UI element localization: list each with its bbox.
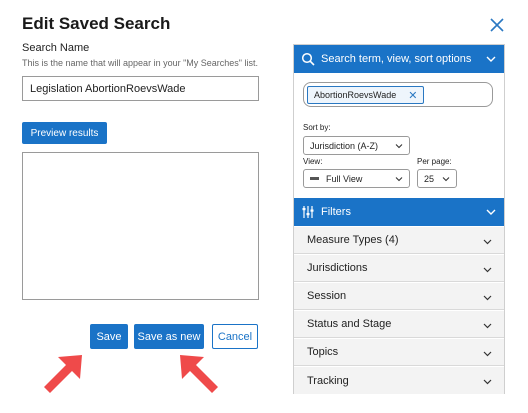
view-label: View: <box>303 157 323 166</box>
per-page-label: Per page: <box>417 157 452 166</box>
search-options-panel: Search term, view, sort options Abortion… <box>293 44 505 394</box>
preview-results-button[interactable]: Preview results <box>22 122 107 144</box>
sort-by-label: Sort by: <box>303 123 331 132</box>
facet-measure-types[interactable]: Measure Types (4) <box>294 227 504 254</box>
view-select[interactable]: Full View <box>303 169 410 188</box>
facet-tracking[interactable]: Tracking <box>294 367 504 394</box>
annotation-arrow <box>44 355 82 393</box>
chevron-down-icon <box>483 239 492 245</box>
facet-label: Session <box>307 290 347 302</box>
facet-status-and-stage[interactable]: Status and Stage <box>294 311 504 338</box>
sort-by-value: Jurisdiction (A-Z) <box>310 140 379 151</box>
search-icon <box>301 52 315 66</box>
chevron-down-icon <box>395 144 403 149</box>
chevron-down-icon <box>483 351 492 357</box>
facet-label: Topics <box>307 346 339 358</box>
facet-label: Tracking <box>307 374 349 387</box>
facet-topics[interactable]: Topics <box>294 339 504 366</box>
chevron-down-icon <box>395 177 403 182</box>
chevron-down-icon <box>483 267 492 273</box>
search-name-label: Search Name <box>22 42 90 54</box>
save-button[interactable]: Save <box>90 324 128 349</box>
facet-label: Status and Stage <box>307 318 392 330</box>
facet-session[interactable]: Session <box>294 283 504 310</box>
chevron-down-icon <box>442 177 450 182</box>
view-value: Full View <box>326 173 363 184</box>
preview-results-area <box>22 152 259 300</box>
search-term-tag-label: AbortionRoevsWade <box>314 90 397 100</box>
chevron-down-icon <box>486 209 496 215</box>
cancel-button[interactable]: Cancel <box>212 324 258 349</box>
annotation-arrow <box>180 355 218 393</box>
search-name-hint: This is the name that will appear in you… <box>22 58 258 68</box>
search-term-tag: AbortionRoevsWade ✕ <box>307 86 425 104</box>
chevron-down-icon <box>483 379 492 385</box>
chevron-down-icon <box>483 323 492 329</box>
filters-header[interactable]: Filters <box>294 198 504 226</box>
search-name-input[interactable] <box>22 76 259 101</box>
facet-label: Measure Types (4) <box>307 234 399 246</box>
search-options-header[interactable]: Search term, view, sort options <box>294 45 504 73</box>
sort-by-select[interactable]: Jurisdiction (A-Z) <box>303 136 410 155</box>
chevron-down-icon <box>486 56 496 62</box>
chevron-down-icon <box>483 295 492 301</box>
per-page-select[interactable]: 25 <box>417 169 457 188</box>
search-term-field[interactable]: AbortionRoevsWade ✕ <box>303 82 493 107</box>
filters-title: Filters <box>321 206 351 218</box>
save-as-new-button[interactable]: Save as new <box>134 324 204 349</box>
filter-sliders-icon <box>302 206 314 218</box>
full-view-icon <box>310 177 319 180</box>
search-options-title: Search term, view, sort options <box>321 53 472 65</box>
facet-label: Jurisdictions <box>307 262 368 274</box>
dialog-title: Edit Saved Search <box>22 14 171 33</box>
facet-jurisdictions[interactable]: Jurisdictions <box>294 255 504 282</box>
per-page-value: 25 <box>424 173 435 184</box>
close-icon[interactable] <box>489 17 505 33</box>
remove-tag-icon[interactable]: ✕ <box>408 89 417 102</box>
